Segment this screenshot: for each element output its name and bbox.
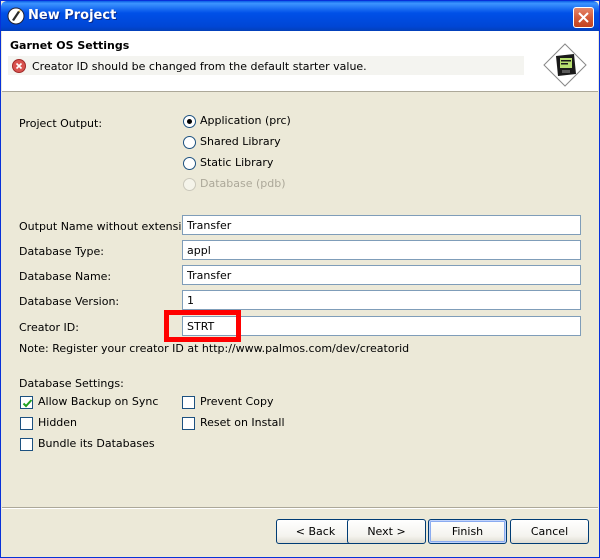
error-icon	[12, 59, 26, 73]
database-version-label: Database Version:	[19, 295, 120, 308]
database-version-field[interactable]	[182, 290, 581, 310]
output-name-label: Output Name without extension:	[19, 220, 199, 233]
checkbox-label: Bundle its Databases	[38, 437, 155, 450]
database-type-field[interactable]	[182, 240, 581, 260]
checkbox-label: Reset on Install	[200, 416, 285, 429]
palm-wizard-icon	[543, 43, 587, 87]
checkbox-label: Hidden	[38, 416, 78, 429]
creator-id-note: Note: Register your creator ID at http:/…	[19, 342, 410, 355]
back-button[interactable]: < Back	[276, 519, 355, 544]
radio-label: Static Library	[200, 156, 274, 169]
radio-dot	[187, 119, 192, 124]
radio-button	[183, 178, 196, 191]
project-output-label: Project Output:	[19, 117, 103, 130]
page-title: Garnet OS Settings	[10, 39, 130, 52]
app-icon	[7, 7, 25, 25]
checkbox[interactable]	[182, 396, 195, 409]
close-button[interactable]	[573, 7, 594, 28]
finish-button[interactable]: Finish	[428, 519, 507, 544]
checkbox[interactable]	[20, 417, 33, 430]
wizard-header: Garnet OS Settings Creator ID should be …	[2, 31, 598, 92]
radio-button[interactable]	[183, 157, 196, 170]
checkmark-icon	[22, 399, 33, 408]
creator-id-field[interactable]	[182, 316, 581, 336]
checkbox-label: Prevent Copy	[200, 395, 274, 408]
radio-label: Database (pdb)	[200, 177, 286, 190]
cancel-button[interactable]: Cancel	[510, 519, 589, 544]
radio-button[interactable]	[183, 136, 196, 149]
database-type-label: Database Type:	[19, 245, 104, 258]
radio-label: Application (prc)	[200, 114, 291, 127]
checkbox[interactable]	[182, 417, 195, 430]
creator-id-highlight	[164, 310, 241, 342]
radio-button[interactable]	[183, 115, 196, 128]
checkbox[interactable]	[20, 396, 33, 409]
radio-label: Shared Library	[200, 135, 281, 148]
close-icon	[578, 12, 589, 23]
footer-separator	[2, 507, 598, 509]
output-name-field[interactable]	[182, 215, 581, 235]
database-name-label: Database Name:	[19, 270, 112, 283]
title-bar[interactable]: New Project	[1, 1, 599, 31]
error-message: Creator ID should be changed from the de…	[32, 60, 367, 73]
database-name-field[interactable]	[182, 265, 581, 285]
new-project-window: New Project Garnet OS Settings Creator I…	[0, 0, 600, 558]
database-settings-label: Database Settings:	[19, 377, 124, 390]
creator-id-label: Creator ID:	[19, 321, 79, 334]
checkbox[interactable]	[20, 438, 33, 451]
next-button[interactable]: Next >	[347, 519, 426, 544]
checkbox-label: Allow Backup on Sync	[38, 395, 159, 408]
window-title: New Project	[28, 8, 117, 23]
